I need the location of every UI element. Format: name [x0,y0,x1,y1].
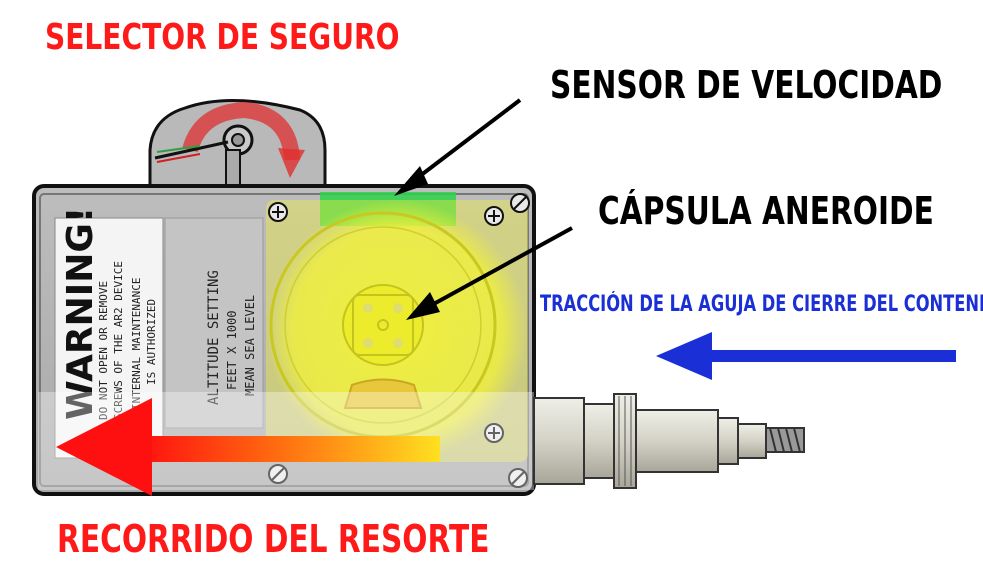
altitude-line3: MEAN SEA LEVEL [243,295,257,396]
pin-pull-arrow [656,332,956,380]
altitude-line2: FEET X 1000 [225,311,239,390]
screw-icon [510,193,530,213]
altitude-title: ALTITUDE SETTING [206,270,222,405]
device-illustration: WARNING! DO NOT OPEN OR REMOVE SCREWS OF… [32,98,956,496]
release-pin-connector [533,393,805,489]
warning-line3: INTERNAL MAINTENANCE [130,278,143,410]
warning-line4: IS AUTHORIZED [145,299,158,385]
sensor-pointer-arrow [394,98,522,196]
screw-icon [484,206,504,226]
safety-selector[interactable] [148,98,327,192]
screw-icon [268,202,288,222]
warning-title: WARNING! [60,207,101,420]
